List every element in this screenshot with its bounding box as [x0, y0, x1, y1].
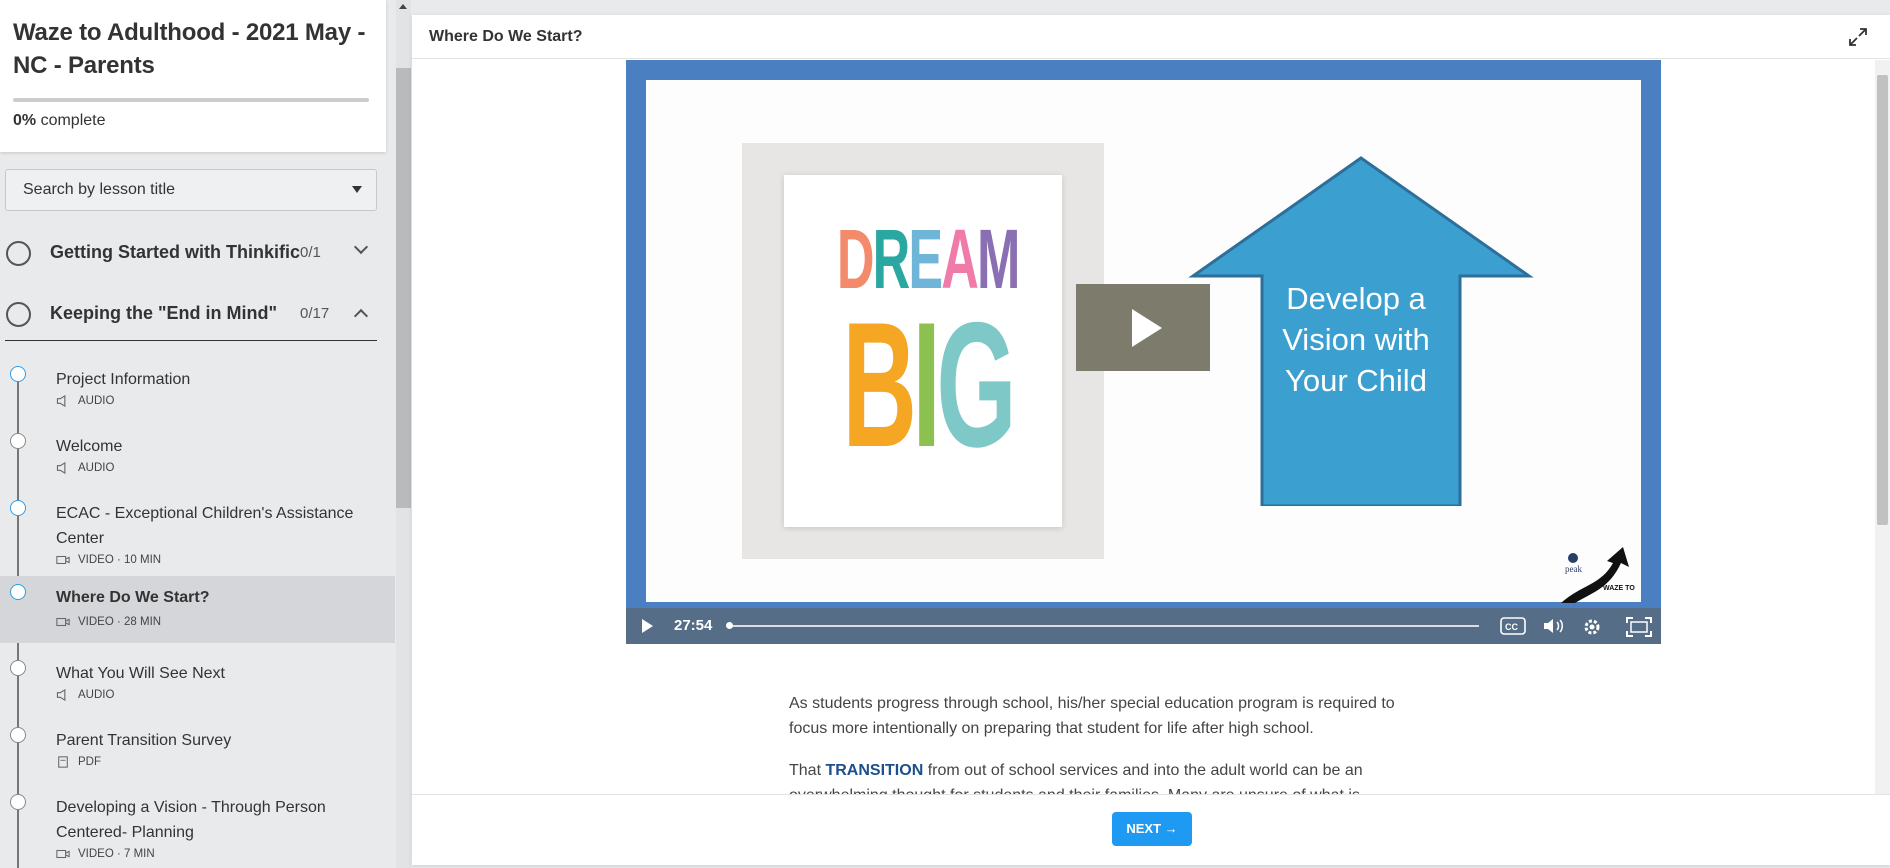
- lesson-title: ECAC - Exceptional Children's Assistance…: [56, 505, 354, 547]
- lesson-title: Project Information: [56, 371, 191, 388]
- lesson-item-active[interactable]: Where Do We Start? VIDEO · 28 MIN: [0, 576, 395, 643]
- sidebar-scrollbar-thumb[interactable]: [396, 68, 411, 508]
- lesson-paragraph: As students progress through school, his…: [789, 695, 1395, 737]
- pdf-icon: [58, 756, 68, 768]
- lesson-header-title: Where Do We Start?: [429, 28, 583, 45]
- chapter-count: 0/1: [300, 244, 321, 261]
- lesson-footer: NEXT →: [412, 794, 1890, 865]
- lesson-item[interactable]: Welcome AUDIO: [0, 425, 395, 492]
- next-button[interactable]: NEXT →: [1112, 812, 1192, 846]
- slide-picture-frame: DREAM BIG: [742, 143, 1104, 559]
- lesson-item[interactable]: What You Will See Next AUDIO: [0, 652, 395, 719]
- lesson-meta: VIDEO · 28 MIN: [56, 616, 161, 628]
- chapter-getting-started[interactable]: Getting Started with Thinkific 0/1: [0, 223, 377, 283]
- slide-big-text: BIG: [842, 285, 1016, 484]
- lesson-title: What You Will See Next: [56, 665, 225, 682]
- control-play-icon[interactable]: [642, 619, 653, 633]
- lesson-item[interactable]: Developing a Vision - Through Person Cen…: [0, 786, 395, 868]
- lesson-meta-text: AUDIO: [78, 689, 115, 701]
- transition-highlight: TRANSITION: [825, 762, 924, 779]
- video-camera-icon: [56, 849, 70, 859]
- slide-poster: DREAM BIG: [784, 175, 1062, 527]
- waze-logo-mark: peak WAZE TO: [1561, 547, 1635, 603]
- course-title: Waze to Adulthood - 2021 May - NC - Pare…: [13, 19, 366, 79]
- progress-value: 0%: [13, 112, 37, 129]
- lesson-content-panel: Where Do We Start? DREAM BIG Develop a V…: [412, 15, 1890, 865]
- lesson-meta: VIDEO · 10 MIN: [56, 554, 161, 566]
- scroll-up-arrow-icon[interactable]: [399, 4, 407, 9]
- lesson-status-dot-icon: [10, 727, 26, 743]
- chapter-title: Keeping the "End in Mind": [50, 303, 278, 323]
- lesson-meta: AUDIO: [56, 395, 114, 407]
- progress-label: complete: [40, 112, 106, 129]
- course-progress-bar: [13, 98, 369, 102]
- lesson-meta: AUDIO: [56, 689, 114, 701]
- expand-icon[interactable]: [1848, 27, 1868, 47]
- lesson-search-dropdown[interactable]: Search by lesson title: [5, 169, 377, 211]
- video-time: 27:54: [674, 617, 713, 634]
- closed-captions-icon[interactable]: CC: [1500, 617, 1526, 635]
- lesson-item[interactable]: ECAC - Exceptional Children's Assistance…: [0, 492, 395, 566]
- course-progress-text: 0% complete: [13, 112, 106, 130]
- chapter-title: Getting Started with Thinkific: [50, 242, 301, 262]
- caret-down-icon: [352, 186, 362, 193]
- chapter-divider: [5, 340, 377, 341]
- chapter-count: 0/17: [300, 305, 330, 322]
- video-seek-knob[interactable]: [726, 622, 733, 629]
- search-placeholder: Search by lesson title: [23, 181, 176, 198]
- video-camera-icon: [56, 617, 70, 627]
- speaker-icon: [56, 689, 66, 701]
- lesson-meta: PDF: [56, 756, 101, 768]
- lesson-meta: AUDIO: [56, 462, 114, 474]
- svg-text:peak: peak: [1565, 564, 1582, 574]
- lesson-title: Parent Transition Survey: [56, 732, 232, 749]
- play-icon: [1132, 309, 1162, 347]
- lesson-meta-text: AUDIO: [78, 395, 115, 407]
- lesson-status-dot-icon: [10, 433, 26, 449]
- course-sidebar: Waze to Adulthood - 2021 May - NC - Pare…: [0, 0, 396, 868]
- lesson-title: Developing a Vision - Through Person Cen…: [56, 799, 326, 841]
- lesson-meta: VIDEO · 7 MIN: [56, 848, 155, 860]
- video-controls-bar: 27:54 CC: [626, 608, 1661, 644]
- lesson-status-dot-icon: [10, 366, 26, 382]
- course-card: Waze to Adulthood - 2021 May - NC - Pare…: [0, 0, 386, 152]
- lesson-item[interactable]: Project Information AUDIO: [0, 358, 395, 425]
- video-seek-bar[interactable]: [729, 625, 1479, 627]
- video-player[interactable]: DREAM BIG Develop a Vision with Your Chi…: [626, 60, 1661, 644]
- lesson-meta-text: AUDIO: [78, 462, 115, 474]
- chapter-end-in-mind[interactable]: Keeping the "End in Mind" 0/17: [0, 284, 377, 344]
- speaker-icon: [56, 395, 66, 407]
- volume-icon[interactable]: [1542, 617, 1566, 635]
- speaker-icon: [56, 462, 66, 474]
- video-play-button[interactable]: [1076, 284, 1210, 371]
- lesson-header: Where Do We Start?: [412, 15, 1890, 59]
- slide-arrow-text: Develop a Vision with Your Child: [1282, 281, 1430, 398]
- svg-text:CC: CC: [1505, 622, 1518, 632]
- lesson-status-dot-icon: [10, 794, 26, 810]
- lesson-meta-text: PDF: [78, 756, 101, 768]
- lesson-status-dot-icon: [10, 500, 26, 516]
- lesson-status-dot-icon: [10, 660, 26, 676]
- lesson-title: Welcome: [56, 438, 123, 455]
- lesson-status-dot-icon: [10, 584, 26, 600]
- chapter-progress-circle-icon: [6, 302, 31, 327]
- chevron-down-icon[interactable]: [353, 239, 369, 255]
- chevron-up-icon[interactable]: [353, 308, 369, 324]
- chapter-progress-circle-icon: [6, 241, 31, 266]
- svg-text:WAZE TO: WAZE TO: [1603, 585, 1635, 592]
- paragraph-text: That: [789, 762, 826, 779]
- fullscreen-icon[interactable]: [1626, 617, 1652, 637]
- lesson-meta-text: VIDEO · 7 MIN: [78, 848, 155, 860]
- video-camera-icon: [56, 555, 70, 565]
- lesson-item[interactable]: Parent Transition Survey PDF: [0, 719, 395, 786]
- content-scrollbar-thumb[interactable]: [1877, 75, 1888, 525]
- lesson-meta-text: VIDEO · 28 MIN: [78, 616, 162, 628]
- settings-gear-icon[interactable]: [1582, 617, 1602, 637]
- lesson-title: Where Do We Start?: [56, 589, 210, 606]
- lesson-meta-text: VIDEO · 10 MIN: [78, 554, 162, 566]
